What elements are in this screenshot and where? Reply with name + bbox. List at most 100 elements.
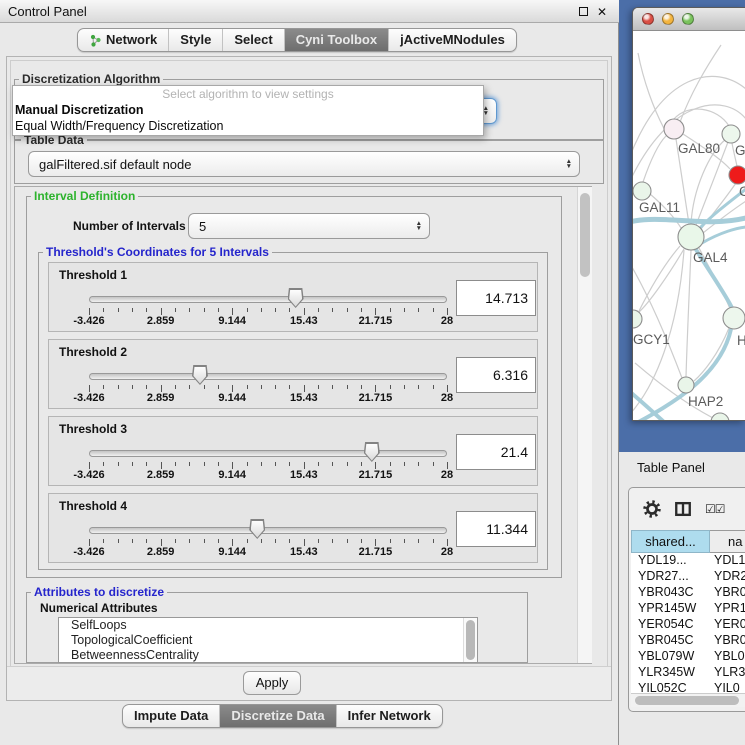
threshold-3-value-field[interactable]: 21.4 [456, 434, 536, 470]
tab-cyni-toolbox[interactable]: Cyni Toolbox [284, 29, 388, 51]
network-node-label: C [739, 184, 745, 199]
network-node-bottom[interactable] [711, 413, 729, 421]
tick-mark [347, 385, 348, 389]
table-panel-title: Table Panel [637, 460, 705, 475]
vertical-scrollbar[interactable] [577, 187, 592, 663]
slider-thumb[interactable] [249, 519, 265, 539]
threshold-1-value-field[interactable]: 14.713 [456, 280, 536, 316]
network-edge [638, 53, 667, 134]
attribute-item-topologicalcoefficient[interactable]: TopologicalCoefficient [59, 633, 477, 648]
tick-mark [390, 385, 391, 389]
table-row[interactable]: YDL19...YDL1 [631, 553, 745, 569]
network-node-label: GAL4 [693, 250, 728, 265]
table-row[interactable]: YDR27...YDR2 [631, 569, 745, 585]
apply-button[interactable]: Apply [243, 671, 301, 695]
tick-mark [390, 308, 391, 312]
split-columns-icon[interactable] [674, 500, 692, 518]
dropdown-option-equal-width-frequency-discretization[interactable]: Equal Width/Frequency Discretization [13, 118, 483, 134]
checkbox-column-icons[interactable]: ☑☑ [705, 502, 725, 516]
tick-mark [118, 308, 119, 312]
zoom-traffic-light-icon[interactable] [682, 13, 694, 25]
slider-thumb[interactable] [364, 442, 380, 462]
tick-mark [261, 385, 262, 389]
tick-mark [132, 539, 133, 543]
tick-mark [289, 462, 290, 466]
dropdown-option-manual-discretization[interactable]: Manual Discretization [13, 102, 483, 118]
close-traffic-light-icon[interactable] [642, 13, 654, 25]
table-cell: YPR145W [631, 601, 710, 617]
network-node-red[interactable] [729, 166, 745, 184]
tick-mark [189, 462, 190, 466]
slider-track[interactable] [89, 296, 447, 303]
tab-select[interactable]: Select [222, 29, 283, 51]
tick-label: 9.144 [207, 315, 257, 327]
tab-impute-data[interactable]: Impute Data [123, 705, 219, 727]
network-node-gcy1[interactable] [633, 310, 642, 328]
tab-jactivemnodules[interactable]: jActiveMNodules [388, 29, 516, 51]
gear-icon[interactable] [643, 500, 661, 518]
table-column-header-shared[interactable]: shared... [631, 530, 710, 553]
network-window-titlebar[interactable] [633, 8, 745, 31]
tab-style[interactable]: Style [168, 29, 222, 51]
attribute-item-selfloops[interactable]: SelfLoops [59, 618, 477, 633]
network-node-gal11[interactable] [633, 182, 651, 200]
threshold-2-value-field[interactable]: 6.316 [456, 357, 536, 393]
tick-mark [390, 462, 391, 466]
slider-thumb[interactable] [192, 365, 208, 385]
tick-mark [361, 539, 362, 543]
table-column-header-na[interactable]: na [710, 530, 745, 553]
minimize-traffic-light-icon[interactable] [662, 13, 674, 25]
network-node-gal80[interactable] [664, 119, 684, 139]
tick-label: 2.859 [136, 315, 186, 327]
number-of-intervals-value: 5 [189, 219, 416, 234]
thresholds-group-title: Threshold's Coordinates for 5 Intervals [43, 245, 272, 259]
tick-mark [447, 539, 448, 546]
slider-track[interactable] [89, 450, 447, 457]
tab-network[interactable]: Network [78, 29, 168, 51]
table-row[interactable]: YIL052CYIL0 [631, 681, 745, 693]
close-icon[interactable]: ✕ [597, 5, 607, 19]
network-node-top[interactable] [722, 125, 740, 143]
tick-mark [418, 462, 419, 466]
tab-discretize-data[interactable]: Discretize Data [219, 705, 335, 727]
vertical-scrollbar-thumb[interactable] [580, 193, 590, 277]
table-row[interactable]: YBR045CYBR0 [631, 633, 745, 649]
table-row[interactable]: YPR145WYPR1 [631, 601, 745, 617]
tick-mark [218, 308, 219, 312]
attributes-list-scrollbar-thumb[interactable] [466, 620, 475, 660]
table-data-combobox[interactable]: galFiltered.sif default node ▲▼ [28, 151, 580, 177]
table-row[interactable]: YER054CYER0 [631, 617, 745, 633]
table-row[interactable]: YLR345WYLR3 [631, 665, 745, 681]
table-horizontal-scrollbar-thumb[interactable] [635, 696, 739, 705]
tab-label: Infer Network [348, 705, 431, 727]
slider-track[interactable] [89, 527, 447, 534]
tick-label: 15.43 [279, 315, 329, 327]
tick-mark [275, 308, 276, 312]
table-row[interactable]: YBR043CYBR0 [631, 585, 745, 601]
table-cell: YDL19... [631, 553, 710, 569]
table-horizontal-scrollbar[interactable] [631, 693, 745, 707]
threshold-4-value-field[interactable]: 11.344 [456, 511, 536, 547]
tick-mark [332, 308, 333, 312]
network-canvas[interactable]: GAL80GACGAL11GAL4GCY1HHAP2 [633, 31, 745, 421]
table-row[interactable]: YBL079WYBL0 [631, 649, 745, 665]
tab-infer-network[interactable]: Infer Network [336, 705, 442, 727]
tab-label: jActiveMNodules [400, 29, 505, 51]
network-node-gal4[interactable] [678, 224, 704, 250]
attributes-list-scrollbar[interactable] [463, 618, 477, 662]
tick-mark [175, 539, 176, 543]
float-window-icon[interactable] [579, 7, 588, 16]
slider-track[interactable] [89, 373, 447, 380]
tick-mark [218, 385, 219, 389]
tick-mark [361, 385, 362, 389]
tick-mark [289, 385, 290, 389]
tick-mark [247, 462, 248, 466]
number-of-intervals-combobox[interactable]: 5 ▲▼ [188, 213, 430, 239]
attribute-item-betweennesscentrality[interactable]: BetweennessCentrality [59, 648, 477, 663]
threshold-panel-1: Threshold 1-3.4262.8599.14415.4321.71528… [48, 262, 538, 332]
network-node-hap2[interactable] [678, 377, 694, 393]
network-node-h[interactable] [723, 307, 745, 329]
tick-mark [204, 462, 205, 466]
slider-thumb[interactable] [288, 288, 304, 308]
table-cell: YBR0 [710, 633, 745, 649]
